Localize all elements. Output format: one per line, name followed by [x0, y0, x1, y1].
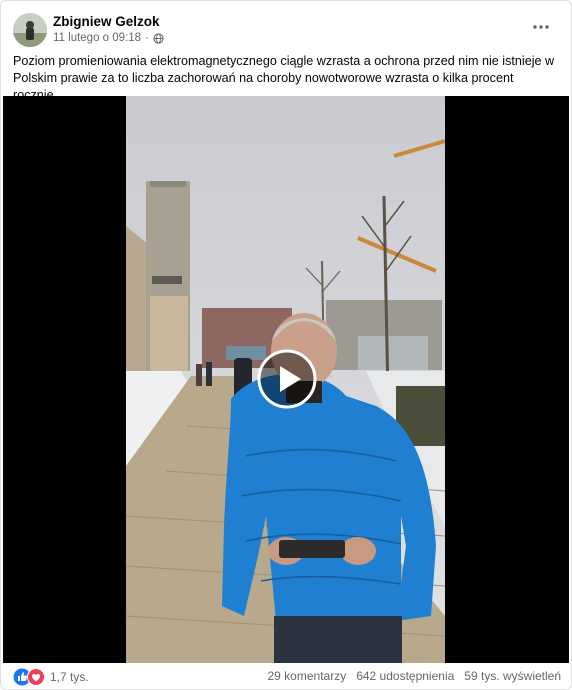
views-count: 59 tys. wyświetleń: [464, 669, 561, 683]
love-reaction-icon: [27, 668, 45, 686]
shares-count[interactable]: 642 udostępnienia: [356, 669, 454, 683]
reaction-count: 1,7 tys.: [50, 670, 89, 684]
post-date[interactable]: 11 lutego o 09:18: [53, 32, 141, 44]
post-footer: 1,7 tys. 29 komentarzy 642 udostępnienia…: [1, 663, 571, 689]
video-player[interactable]: [3, 96, 569, 663]
avatar[interactable]: [13, 13, 47, 47]
post-stats: 29 komentarzy 642 udostępnienia 59 tys. …: [268, 669, 562, 683]
reactions-summary[interactable]: 1,7 tys.: [13, 668, 89, 686]
more-options-button[interactable]: [529, 17, 553, 37]
post-header: Zbigniew Gelzok 11 lutego o 09:18 ·: [13, 13, 559, 49]
globe-icon: [153, 32, 164, 44]
avatar-image: [13, 13, 47, 47]
author-name[interactable]: Zbigniew Gelzok: [53, 14, 160, 29]
comments-count[interactable]: 29 komentarzy: [268, 669, 347, 683]
play-icon: [257, 349, 317, 409]
meta-separator: ·: [145, 32, 149, 44]
play-button[interactable]: [257, 349, 317, 409]
more-options-icon: [533, 25, 549, 29]
post-meta: 11 lutego o 09:18 ·: [53, 32, 164, 44]
post-card: Zbigniew Gelzok 11 lutego o 09:18 · Pozi…: [0, 0, 572, 690]
